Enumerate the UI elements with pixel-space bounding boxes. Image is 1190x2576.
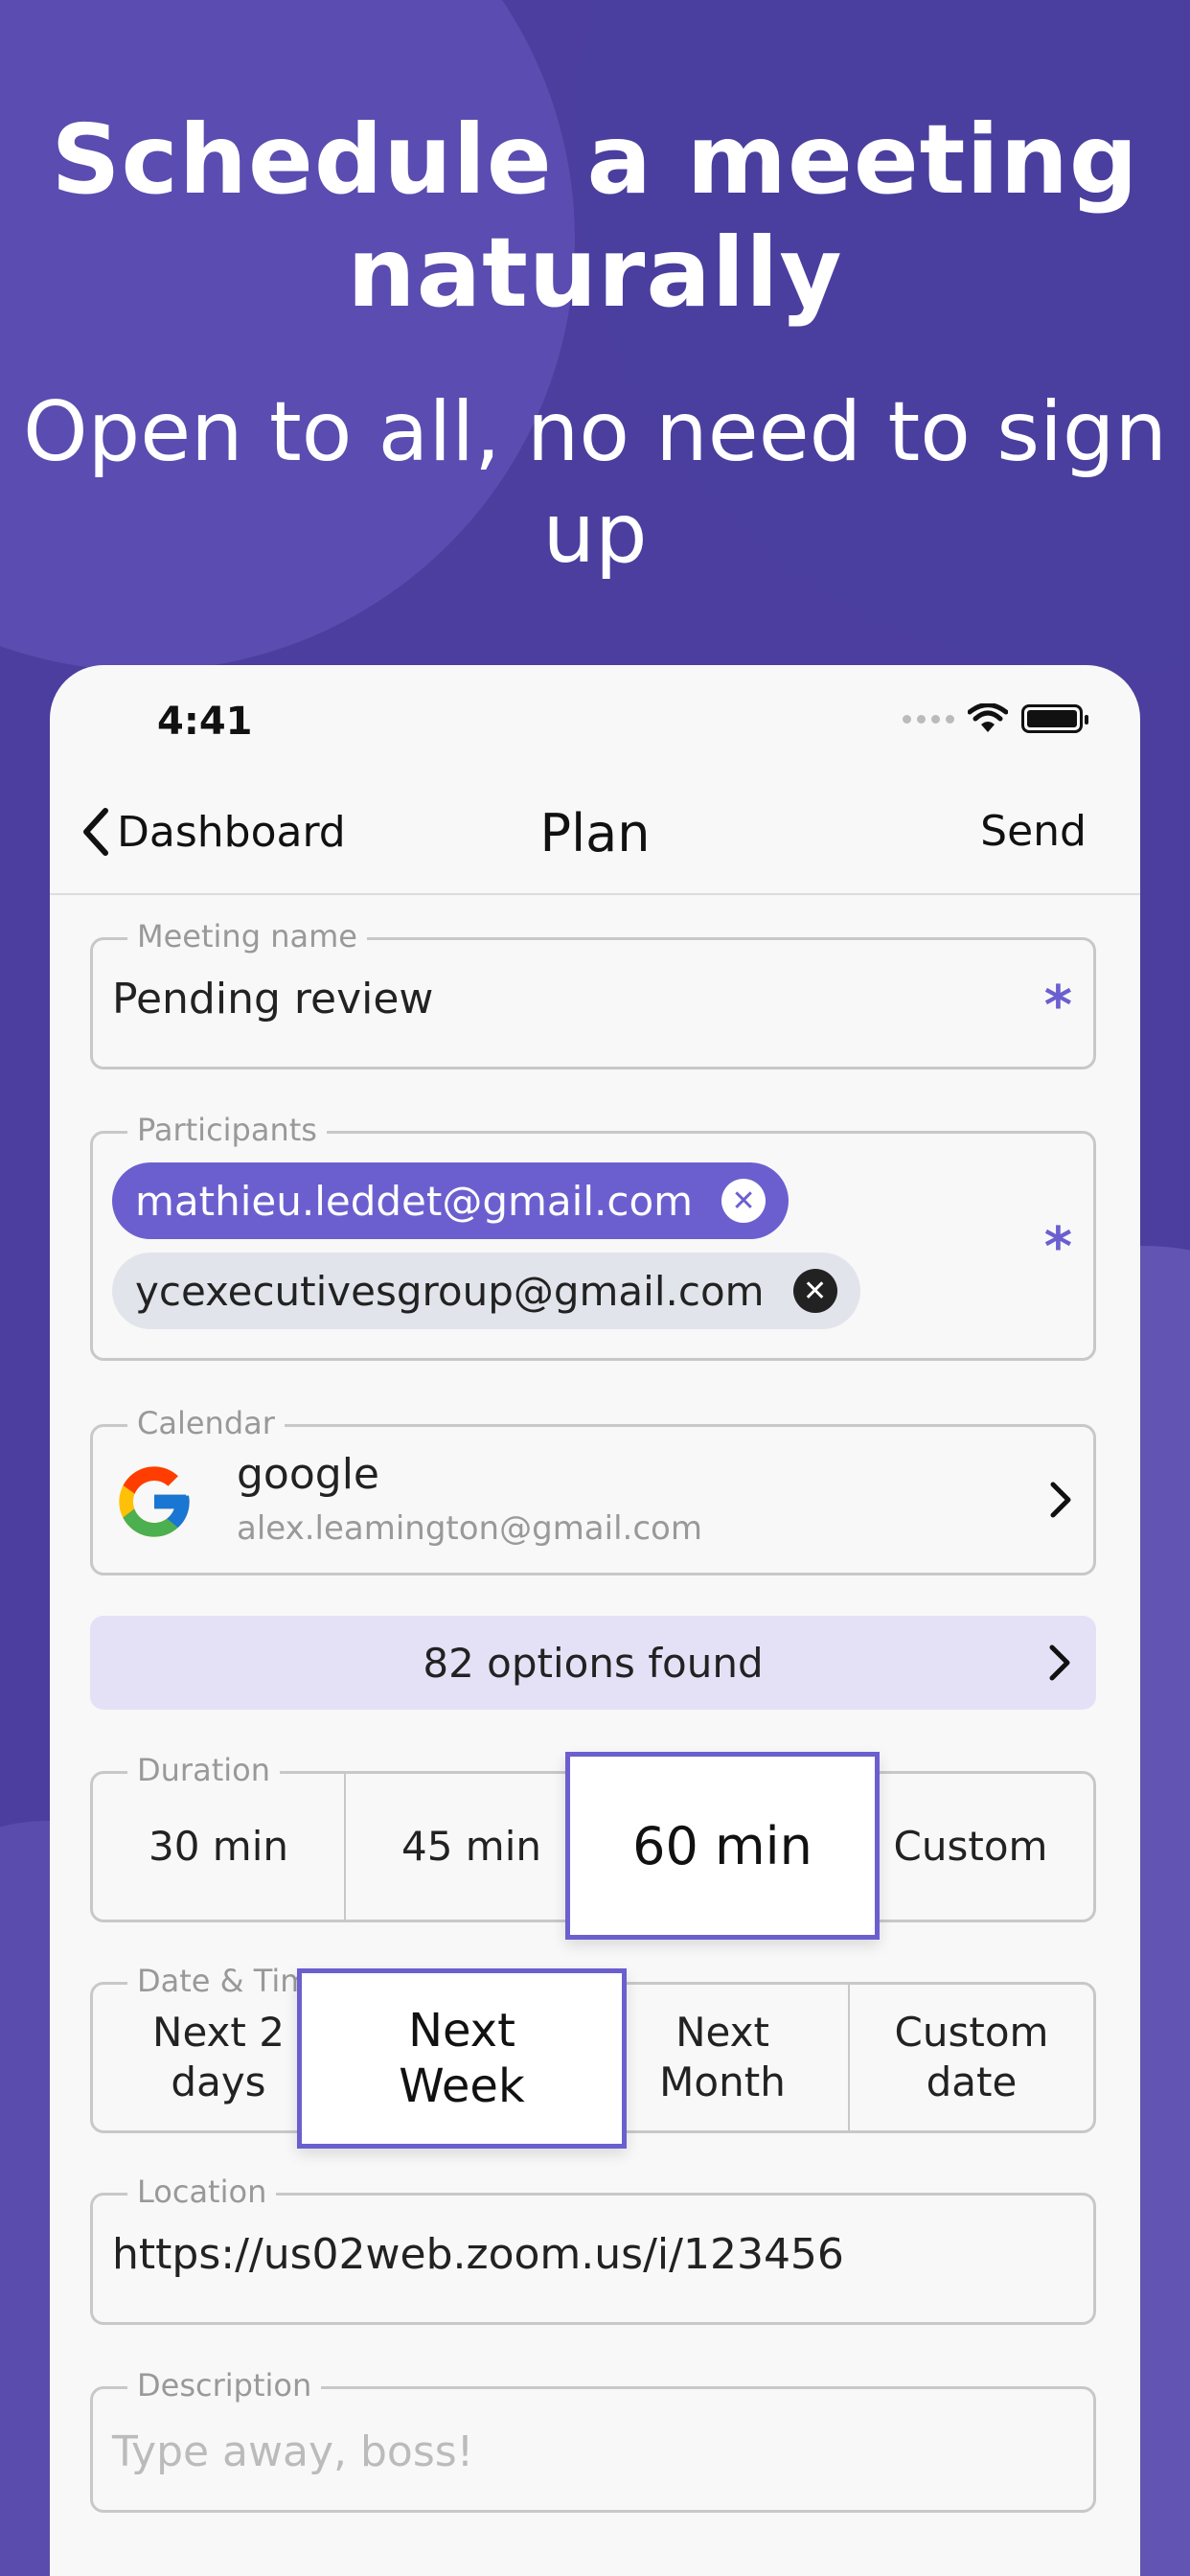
headline: Schedule a meeting naturally	[51, 104, 1139, 329]
duration-option-30[interactable]: 30 min	[93, 1774, 344, 1920]
subline: Open to all, no need to sign up	[22, 384, 1168, 582]
chevron-right-icon	[1049, 1644, 1070, 1681]
date-option-custom-date[interactable]: Custom date	[850, 1985, 1093, 2130]
calendar-legend: Calendar	[127, 1404, 285, 1442]
location-field[interactable]: Location https://us02web.zoom.us/i/12345…	[90, 2173, 1096, 2325]
duration-option-custom[interactable]: Custom	[848, 1774, 1093, 1920]
description-placeholder: Type away, boss!	[112, 2427, 474, 2476]
calendar-field[interactable]: Calendar google alex.leamington@gmail.co…	[90, 1404, 1096, 1576]
remove-participant-icon[interactable]: ✕	[721, 1179, 767, 1223]
options-found-label: 82 options found	[423, 1639, 764, 1687]
participant-email: mathieu.leddet@gmail.com	[135, 1177, 694, 1225]
duration-option-45[interactable]: 45 min	[346, 1774, 597, 1920]
back-button[interactable]: Dashboard	[80, 807, 346, 857]
calendar-provider: google	[237, 1450, 379, 1499]
participants-field[interactable]: Participants mathieu.leddet@gmail.com ✕ …	[90, 1111, 1096, 1361]
options-found-button[interactable]: 82 options found	[90, 1616, 1096, 1710]
location-value: https://us02web.zoom.us/i/123456	[112, 2230, 844, 2279]
send-button[interactable]: Send	[980, 807, 1087, 856]
chevron-left-icon	[83, 808, 108, 856]
phone-screen: 4:41 Dashboard Plan Send Meeting name Pe…	[50, 665, 1140, 2576]
location-legend: Location	[127, 2173, 277, 2211]
required-indicator: *	[1043, 1216, 1072, 1278]
chevron-right-icon	[1050, 1482, 1071, 1518]
required-indicator: *	[1043, 975, 1072, 1037]
status-icons	[903, 703, 1088, 734]
calendar-account: alex.leamington@gmail.com	[237, 1509, 702, 1548]
back-label: Dashboard	[117, 807, 346, 857]
signal-icon	[903, 714, 954, 724]
participant-chip[interactable]: mathieu.leddet@gmail.com ✕	[112, 1162, 790, 1239]
meeting-name-legend: Meeting name	[127, 917, 367, 955]
status-time: 4:41	[157, 700, 253, 744]
remove-participant-icon[interactable]: ✕	[792, 1269, 837, 1313]
description-field[interactable]: Description Type away, boss!	[90, 2366, 1096, 2513]
participant-chip[interactable]: ycexecutivesgroup@gmail.com ✕	[112, 1253, 860, 1329]
participant-email: ycexecutivesgroup@gmail.com	[135, 1267, 765, 1315]
battery-icon	[1021, 704, 1088, 733]
meeting-name-field[interactable]: Meeting name Pending review *	[90, 917, 1096, 1070]
navigation-bar: Dashboard Plan Send	[50, 790, 1140, 895]
meeting-name-value: Pending review	[112, 975, 434, 1024]
date-option-next-week-selected[interactable]: Next Week	[297, 1968, 627, 2149]
participants-legend: Participants	[127, 1111, 327, 1149]
description-legend: Description	[127, 2366, 322, 2404]
duration-option-60-selected[interactable]: 60 min	[565, 1752, 880, 1940]
date-option-next-month[interactable]: Next Month	[597, 1985, 848, 2130]
google-logo-icon	[119, 1466, 190, 1537]
wifi-icon	[968, 703, 1008, 732]
